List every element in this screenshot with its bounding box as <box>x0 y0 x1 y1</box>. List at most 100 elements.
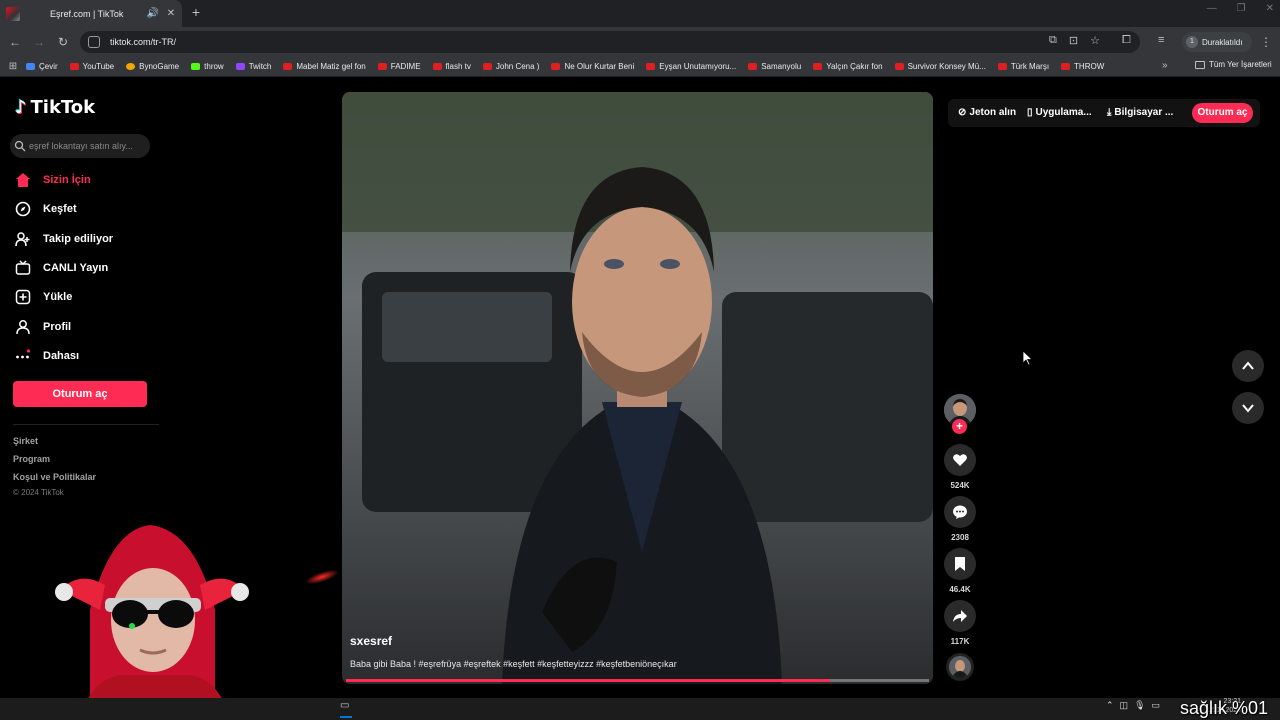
share-button[interactable] <box>944 600 976 632</box>
download-icon: ⤓ <box>1107 107 1112 118</box>
bookmark-item[interactable]: Çevir <box>26 62 58 71</box>
save-button[interactable] <box>944 548 976 580</box>
video-caption[interactable]: Baba gibi Baba ! #eşrefrüya #eşreftek #k… <box>350 659 677 669</box>
back-icon[interactable]: ← <box>8 34 22 50</box>
bookmark-favicon-icon <box>191 63 201 70</box>
translate-icon[interactable]: ⧉ <box>1049 34 1057 47</box>
bookmark-item[interactable]: flash tv <box>432 62 471 71</box>
bookmark-item[interactable]: Survivor Konsey Mü... <box>894 62 986 71</box>
music-disc[interactable] <box>946 653 974 681</box>
bookmark-label: Çevir <box>39 62 58 71</box>
login-button[interactable]: Oturum aç <box>13 381 147 407</box>
bookmark-item[interactable]: FADIME <box>377 62 421 71</box>
bookmark-label: YouTube <box>82 62 115 71</box>
sidebar-item-more[interactable]: Dahası <box>15 348 79 364</box>
get-app-button[interactable]: ▯ Uygulama... <box>1027 107 1092 118</box>
bookmark-star-icon[interactable]: ☆ <box>1090 34 1100 47</box>
apps-grid-icon[interactable]: ⊞ <box>0 61 26 72</box>
close-window-icon[interactable]: ✕ <box>1266 3 1274 14</box>
bookmark-item[interactable]: Eyşan Unutamıyoru... <box>646 62 736 71</box>
previous-video-button[interactable] <box>1232 350 1264 382</box>
tray-app-icon[interactable]: ◫ <box>1120 700 1129 711</box>
like-button[interactable] <box>944 444 976 476</box>
forward-icon[interactable]: → <box>32 34 46 50</box>
bookmark-item[interactable]: throw <box>191 62 224 71</box>
bookmark-item[interactable]: BynoGame <box>126 62 179 71</box>
bookmark-item[interactable]: Türk Marşı <box>997 62 1049 71</box>
top-login-button[interactable]: Oturum aç <box>1192 103 1253 123</box>
tiktok-logo[interactable]: ♪ TikTok <box>15 97 95 118</box>
get-coins-button[interactable]: ⊘ Jeton alın <box>958 107 1016 118</box>
bookmark-favicon-icon <box>377 63 387 70</box>
reload-icon[interactable]: ↻ <box>56 34 70 50</box>
all-bookmarks-button[interactable]: Tüm Yer İşaretleri <box>1195 60 1272 69</box>
get-app-label: Uygulama... <box>1035 107 1092 118</box>
bookmark-icon <box>955 557 965 571</box>
more-bookmarks-icon[interactable]: » <box>1162 60 1168 71</box>
sidebar-item-profile[interactable]: Profil <box>15 319 71 335</box>
bookmark-item[interactable]: Twitch <box>235 62 271 71</box>
more-icon <box>15 348 31 364</box>
follow-button[interactable]: + <box>952 419 967 434</box>
microphone-icon[interactable]: 🎙 <box>1134 700 1145 711</box>
sidebar-item-label: CANLI Yayın <box>43 261 109 274</box>
restore-icon[interactable]: ❐ <box>1237 3 1246 14</box>
comment-count: 2308 <box>951 533 969 542</box>
tab-title: Eşref.com | TikTok <box>50 8 124 19</box>
video-author[interactable]: sxesref <box>350 634 392 648</box>
address-bar[interactable]: tiktok.com/tr-TR/ <box>80 31 1140 53</box>
tray-chevron-icon[interactable]: ⌃ <box>1106 700 1114 711</box>
browser-tab[interactable]: Eşref.com | TikTok 🔊 ✕ <box>0 0 182 27</box>
bookmark-label: Samanyolu <box>761 62 802 71</box>
video-player[interactable] <box>342 92 933 684</box>
sidebar-item-home[interactable]: Sizin İçin <box>15 172 91 188</box>
bookmark-favicon-icon <box>813 63 823 70</box>
save-count: 46.4K <box>949 585 971 594</box>
sidebar-item-live[interactable]: CANLI Yayın <box>15 260 108 276</box>
next-video-button[interactable] <box>1232 392 1264 424</box>
new-tab-button[interactable]: + <box>188 4 204 20</box>
sidebar-item-upload[interactable]: Yükle <box>15 289 72 305</box>
video-progress-bar[interactable] <box>346 679 929 682</box>
site-info-icon[interactable] <box>88 36 100 48</box>
comment-button[interactable] <box>944 496 976 528</box>
sidebar-item-compass[interactable]: Keşfet <box>15 201 77 217</box>
bookmark-item[interactable]: YouTube <box>69 62 115 71</box>
bookmarks-bar: ⊞ Çevir YouTube BynoGame throw Twitch Mabel M… <box>0 57 1280 77</box>
bookmark-favicon-icon <box>482 63 492 70</box>
search-input[interactable] <box>29 141 147 151</box>
comment-icon <box>953 505 967 519</box>
bookmark-item[interactable]: Samanyolu <box>748 62 801 71</box>
sidebar-item-label: Profil <box>43 320 72 333</box>
search-icon[interactable] <box>14 140 26 152</box>
footer-link-company[interactable]: Şirket <box>13 436 38 446</box>
display-icon[interactable]: ▭ <box>1152 700 1161 711</box>
bookmark-favicon-icon <box>894 63 904 70</box>
stream-overlay-text: sağlık %01 <box>1180 698 1269 718</box>
bookmark-favicon-icon <box>126 63 136 70</box>
bookmark-item[interactable]: John Cena ) <box>482 62 539 71</box>
audio-icon[interactable]: 🔊 <box>146 8 160 19</box>
bookmark-item[interactable]: Yalçın Çakır fon <box>813 62 883 71</box>
url-text: tiktok.com/tr-TR/ <box>110 37 177 47</box>
browser-menu-icon[interactable]: ⋮ <box>1260 35 1272 49</box>
bookmark-item[interactable]: Ne Olur Kurtar Beni <box>551 62 634 71</box>
bookmark-item[interactable]: THROW <box>1061 62 1104 71</box>
sidebar-item-label: Keşfet <box>43 203 77 216</box>
bookmark-item[interactable]: Mabel Matiz gel fon <box>283 62 366 71</box>
search-box[interactable] <box>10 134 150 158</box>
extensions-icon[interactable]: ⧠ <box>1122 34 1131 47</box>
footer-link-program[interactable]: Program <box>13 454 50 464</box>
media-controls-icon[interactable]: ≡ <box>1158 34 1164 46</box>
install-app-icon[interactable]: ⊡ <box>1069 34 1078 47</box>
like-count: 524K <box>950 481 970 490</box>
footer-link-terms[interactable]: Koşul ve Politikalar <box>13 472 96 482</box>
profile-button[interactable]: 1 Duraklatıldı <box>1182 32 1252 52</box>
desktop-app-button[interactable]: ⤓ Bilgisayar ... <box>1107 107 1173 118</box>
bookmark-favicon-icon <box>26 63 35 70</box>
sidebar-item-following[interactable]: Takip ediliyor <box>15 231 113 247</box>
minimize-icon[interactable]: — <box>1207 3 1217 14</box>
close-tab-icon[interactable]: ✕ <box>164 8 178 19</box>
taskbar-app-icon[interactable]: ▭ <box>340 700 352 712</box>
upload-icon <box>15 289 31 305</box>
